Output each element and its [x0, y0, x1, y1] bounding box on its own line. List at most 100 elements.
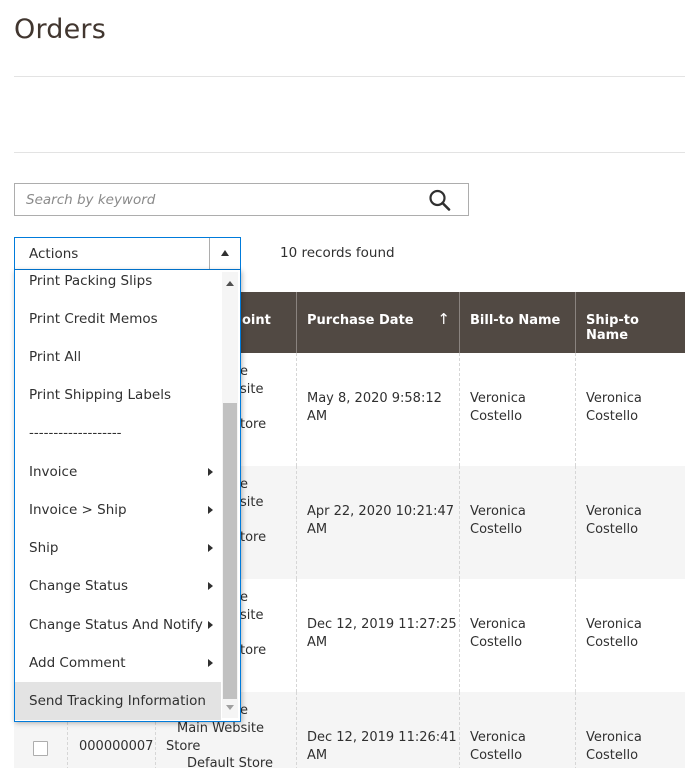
cell-text: tore — [240, 530, 267, 545]
cell-text: Veronica — [470, 730, 526, 745]
menu-item-print-credit-memos[interactable]: Print Credit Memos — [15, 300, 221, 338]
chevron-right-icon — [208, 621, 213, 629]
menu-item-ship[interactable]: Ship — [15, 529, 221, 567]
menu-item-label: Print Shipping Labels — [29, 387, 171, 403]
cell-text: e — [240, 703, 248, 718]
menu-item-print-all[interactable]: Print All — [15, 338, 221, 376]
cell-text: Costello — [470, 522, 523, 537]
column-label: Ship-to Name — [586, 313, 639, 343]
actions-dropdown[interactable]: Actions — [14, 237, 241, 270]
menu-item-label: Invoice > Ship — [29, 502, 127, 518]
page-title: Orders — [14, 14, 106, 45]
actions-label: Actions — [29, 246, 79, 262]
menu-item-label: Invoice — [29, 464, 78, 480]
cell-text: Costello — [470, 748, 523, 763]
chevron-right-icon — [208, 582, 213, 590]
chevron-up-icon — [221, 250, 229, 256]
cell-text: AM — [307, 409, 328, 424]
cell-text: Store — [166, 739, 201, 754]
cell-text: Veronica — [586, 617, 642, 632]
search-icon[interactable] — [428, 189, 452, 211]
column-ship-to-name[interactable]: Ship-to Name — [575, 292, 685, 353]
cell-text: site — [240, 608, 264, 623]
menu-separator: ------------------- — [15, 414, 221, 452]
cell-text: Costello — [586, 522, 639, 537]
menu-item-invoice-ship[interactable]: Invoice > Ship — [15, 491, 221, 529]
menu-item-change-status-and-notify[interactable]: Change Status And Notify — [15, 606, 221, 644]
cell-ship-to: Veronica Costello — [575, 353, 685, 466]
menu-item-label: Print Credit Memos — [29, 311, 158, 327]
cell-text: AM — [307, 522, 328, 537]
cell-text: e — [240, 364, 248, 379]
cell-text: Veronica — [586, 730, 642, 745]
menu-item-label: Ship — [29, 540, 59, 556]
cell-text: Costello — [470, 635, 523, 650]
cell-text: e — [240, 590, 248, 605]
column-label: Purchase Date — [307, 313, 414, 328]
cell-text: Veronica — [586, 391, 642, 406]
cell-text: e — [240, 477, 248, 492]
cell-text: site — [240, 382, 264, 397]
sort-arrow-icon: ↑ — [437, 310, 450, 328]
column-bill-to-name[interactable]: Bill-to Name — [459, 292, 575, 353]
cell-text: Apr 22, 2020 10:21:47 — [307, 504, 455, 519]
cell-bill-to: Veronica Costello — [459, 353, 575, 466]
menu-item-label: Send Tracking Information — [29, 693, 206, 709]
menu-item-label: ------------------- — [29, 425, 122, 441]
cell-ship-to: Veronica Costello — [575, 579, 685, 692]
scroll-up-icon[interactable] — [226, 281, 234, 286]
cell-text: 000000007 — [79, 739, 154, 754]
cell-text: Costello — [586, 635, 639, 650]
cell-bill-to: Veronica Costello — [459, 466, 575, 579]
menu-scrollbar[interactable] — [222, 272, 238, 718]
menu-item-send-tracking-information[interactable]: Send Tracking Information — [15, 682, 221, 720]
chevron-right-icon — [208, 468, 213, 476]
cell-bill-to: Veronica Costello — [459, 692, 575, 768]
scroll-down-icon[interactable] — [226, 705, 234, 710]
cell-text: AM — [307, 748, 328, 763]
chevron-right-icon — [208, 544, 213, 552]
menu-item-print-packing-slips[interactable]: Print Packing Slips — [15, 270, 221, 300]
menu-item-change-status[interactable]: Change Status — [15, 567, 221, 605]
actions-toggle-button[interactable] — [209, 238, 240, 269]
menu-item-label: Add Comment — [29, 655, 126, 671]
column-label: oint — [242, 313, 271, 328]
cell-text: Veronica — [470, 617, 526, 632]
cell-purchase-date: May 8, 2020 9:58:12 AM — [296, 353, 459, 466]
column-purchase-date[interactable]: Purchase Date ↑ — [296, 292, 459, 353]
cell-text: tore — [240, 417, 267, 432]
chevron-right-icon — [208, 659, 213, 667]
menu-item-label: Change Status — [29, 578, 128, 594]
cell-text: Default Store — [187, 756, 273, 768]
cell-text: Veronica — [470, 391, 526, 406]
cell-text: May 8, 2020 9:58:12 — [307, 391, 442, 406]
admin-toolbar-area — [14, 76, 685, 153]
menu-item-add-comment[interactable]: Add Comment — [15, 644, 221, 682]
cell-text: Veronica — [586, 504, 642, 519]
row-checkbox[interactable] — [33, 741, 48, 756]
cell-purchase-date: Apr 22, 2020 10:21:47 AM — [296, 466, 459, 579]
search-input[interactable] — [15, 184, 415, 215]
cell-text: Costello — [586, 748, 639, 763]
cell-text: Costello — [470, 409, 523, 424]
menu-item-label: Print All — [29, 349, 82, 365]
menu-item-label: Print Packing Slips — [29, 273, 153, 289]
cell-ship-to: Veronica Costello — [575, 466, 685, 579]
cell-bill-to: Veronica Costello — [459, 579, 575, 692]
actions-menu: Print Packing Slips Print Credit Memos P… — [14, 270, 241, 722]
keyword-search — [14, 183, 469, 216]
cell-text: Dec 12, 2019 11:27:25 — [307, 617, 457, 632]
records-count: 10 records found — [280, 245, 395, 261]
cell-purchase-date: Dec 12, 2019 11:26:41 AM — [296, 692, 459, 768]
cell-text: Veronica — [470, 504, 526, 519]
cell-ship-to: Veronica Costello — [575, 692, 685, 768]
menu-item-print-shipping-labels[interactable]: Print Shipping Labels — [15, 376, 221, 414]
scrollbar-thumb[interactable] — [223, 403, 237, 699]
cell-text: Costello — [586, 409, 639, 424]
cell-text: AM — [307, 635, 328, 650]
cell-text: tore — [240, 643, 267, 658]
cell-text: Main Website — [177, 721, 264, 736]
column-label: Bill-to Name — [470, 313, 561, 328]
menu-item-invoice[interactable]: Invoice — [15, 453, 221, 491]
menu-item-label: Change Status And Notify — [29, 617, 203, 633]
